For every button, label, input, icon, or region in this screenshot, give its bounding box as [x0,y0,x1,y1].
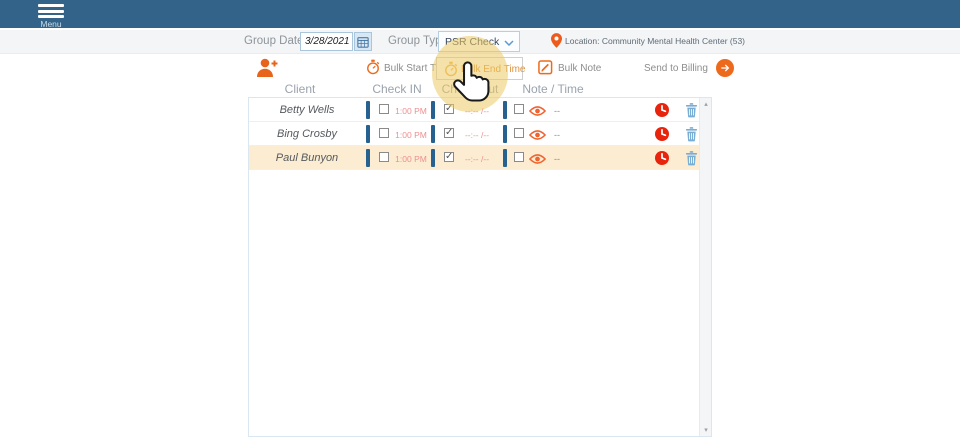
group-type-value: PSR Check [445,36,499,48]
note-pencil-icon [538,60,553,75]
group-type-select[interactable]: PSR Check [438,31,520,52]
column-header-note-time: Note / Time [508,82,598,96]
column-header-check-out: Check Out [425,82,515,96]
stopwatch-icon [444,61,458,77]
location-pin-icon [551,33,562,53]
note-checkbox[interactable] [514,128,524,138]
check-in-checkbox[interactable] [379,104,389,114]
arrow-right-icon [716,59,734,77]
table-rows: Betty Wells 1:00 PM --:-- /-- -- [249,98,701,170]
time-alert-icon[interactable] [655,103,669,122]
column-divider [431,101,435,119]
add-client-icon[interactable] [255,57,280,84]
delete-icon[interactable] [685,150,698,171]
column-divider [431,149,435,167]
top-header-bar: Menu [0,0,960,28]
column-divider [503,149,507,167]
column-divider [366,149,370,167]
delete-icon[interactable] [685,126,698,147]
table-row[interactable]: Bing Crosby 1:00 PM --:-- /-- -- [249,122,701,146]
bulk-note-label: Bulk Note [558,63,601,74]
bulk-actions-toolbar: Bulk Start Time Bulk End Time Bulk Note … [0,55,960,81]
column-divider [503,101,507,119]
check-out-checkbox[interactable] [444,152,454,162]
view-note-icon[interactable] [529,152,546,170]
send-to-billing-label: Send to Billing [644,63,708,74]
app-root: Menu Group Date: Group Type: PSR Check [0,0,960,442]
bulk-end-time-button[interactable]: Bulk End Time [436,57,523,80]
delete-icon[interactable] [685,102,698,123]
check-out-time[interactable]: --:-- /-- [455,106,499,116]
column-header-client: Client [255,82,345,96]
note-value: -- [554,106,560,116]
chevron-down-icon [504,40,514,46]
note-checkbox[interactable] [514,152,524,162]
note-checkbox[interactable] [514,104,524,114]
column-divider [431,125,435,143]
note-value: -- [554,154,560,164]
table-row[interactable]: Paul Bunyon 1:00 PM --:-- /-- -- [249,146,701,170]
check-in-checkbox[interactable] [379,128,389,138]
view-note-icon[interactable] [529,128,546,146]
check-in-checkbox[interactable] [379,152,389,162]
time-alert-icon[interactable] [655,127,669,146]
stopwatch-icon [366,59,380,75]
bulk-end-time-label: Bulk End Time [461,64,525,75]
check-in-time[interactable]: 1:00 PM [391,106,431,116]
location-text: Location: Community Mental Health Center… [565,36,745,46]
column-divider [503,125,507,143]
check-out-time[interactable]: --:-- /-- [455,130,499,140]
column-divider [366,125,370,143]
view-note-icon[interactable] [529,104,546,122]
time-alert-icon[interactable] [655,151,669,170]
scroll-up-icon[interactable]: ▴ [700,100,712,108]
table-row[interactable]: Betty Wells 1:00 PM --:-- /-- -- [249,98,701,122]
client-name: Paul Bunyon [257,152,357,164]
check-out-checkbox[interactable] [444,128,454,138]
check-out-time[interactable]: --:-- /-- [455,154,499,164]
check-out-checkbox[interactable] [444,104,454,114]
filters-toolbar: Group Date: Group Type: PSR Check Loc [0,30,960,54]
client-name: Betty Wells [257,104,357,116]
vertical-scrollbar[interactable]: ▴ ▾ [699,98,711,436]
clients-table: Betty Wells 1:00 PM --:-- /-- -- [248,97,712,437]
hamburger-menu-icon[interactable] [38,4,64,18]
calendar-icon[interactable] [354,32,372,51]
client-name: Bing Crosby [257,128,357,140]
scroll-down-icon[interactable]: ▾ [700,426,712,434]
group-date-input[interactable] [300,32,353,51]
group-date-label: Group Date: [244,35,307,47]
check-in-time[interactable]: 1:00 PM [391,130,431,140]
calendar-icon-glyph [357,36,369,48]
column-divider [366,101,370,119]
note-value: -- [554,130,560,140]
menu-label[interactable]: Menu [30,19,72,29]
check-in-time[interactable]: 1:00 PM [391,154,431,164]
